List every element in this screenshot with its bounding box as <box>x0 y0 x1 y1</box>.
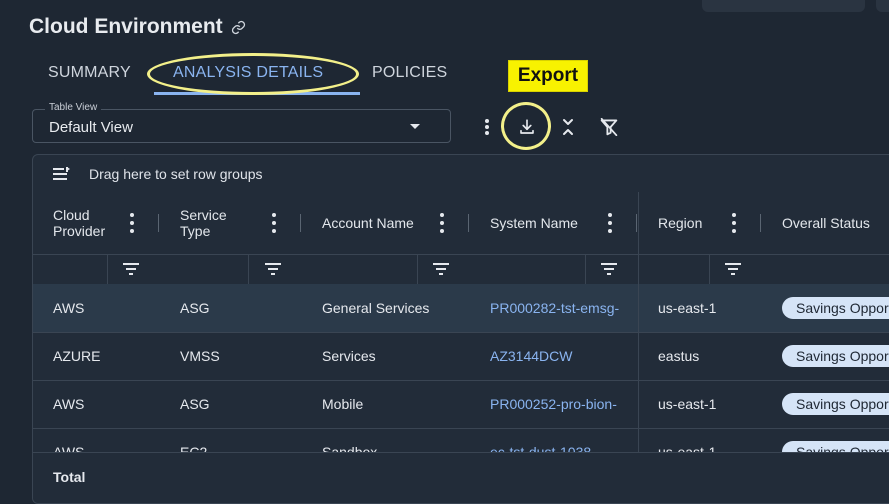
highlight-ellipse-tab <box>147 53 359 95</box>
row-group-bar: Drag here to set row groups <box>33 155 889 193</box>
column-menu-icon[interactable] <box>607 213 613 233</box>
cell-system-name-link[interactable]: PR000282-tst-emsg- <box>490 284 620 332</box>
table-row[interactable]: AWS ASG Mobile PR000252-pro-bion- us-eas… <box>33 380 889 429</box>
cell-service-type: VMSS <box>180 348 220 364</box>
col-header-cloud-provider[interactable]: Cloud Provider <box>53 192 123 254</box>
cell-system-name-link[interactable]: PR000252-pro-bion- <box>490 380 620 428</box>
link-icon[interactable] <box>231 20 246 35</box>
table-view-select[interactable]: Table View Default View <box>32 102 451 143</box>
filter-icon[interactable] <box>432 260 450 278</box>
cell-cloud-provider: AWS <box>53 300 85 316</box>
cell-region: eastus <box>658 348 700 364</box>
filter-icon[interactable] <box>724 260 742 278</box>
column-separator[interactable] <box>300 214 301 232</box>
export-callout: Export <box>508 60 588 92</box>
column-separator[interactable] <box>636 214 637 232</box>
filter-input-service-type[interactable] <box>180 254 249 284</box>
total-label: Total <box>53 469 86 485</box>
grid-header: Cloud Provider Service Type Account Name… <box>33 192 889 255</box>
filter-row <box>33 254 889 285</box>
top-toolbar-block-2 <box>876 0 889 12</box>
filter-icon[interactable] <box>264 260 282 278</box>
row-group-text: Drag here to set row groups <box>89 165 263 182</box>
filter-icon[interactable] <box>600 260 618 278</box>
cell-overall-status: Savings Oppor <box>782 380 889 428</box>
col-header-system-name[interactable]: System Name <box>490 192 578 254</box>
column-separator[interactable] <box>158 214 159 232</box>
cell-region: us-east-1 <box>658 300 717 316</box>
cell-overall-status: Savings Oppor <box>782 284 889 332</box>
more-vert-icon[interactable] <box>476 116 498 138</box>
cell-overall-status: Savings Oppor <box>782 332 889 380</box>
filter-input-cloud-provider[interactable] <box>53 254 108 284</box>
cell-account-name: Services <box>322 348 376 364</box>
table-view-value: Default View <box>49 119 133 136</box>
table-view-legend: Table View <box>45 102 102 113</box>
cell-cloud-provider: AWS <box>53 396 85 412</box>
table-row[interactable]: AZURE VMSS Services AZ3144DCW eastus Sav… <box>33 332 889 381</box>
cell-account-name: General Services <box>322 300 430 316</box>
row-group-icon <box>53 166 71 181</box>
chevron-down-icon <box>410 124 420 129</box>
column-menu-icon[interactable] <box>271 213 277 233</box>
cell-system-name-link[interactable]: AZ3144DCW <box>490 332 620 380</box>
cell-region: us-east-1 <box>658 396 717 412</box>
col-header-service-type[interactable]: Service Type <box>180 192 250 254</box>
page-title: Cloud Environment <box>29 15 223 38</box>
download-icon[interactable] <box>516 116 538 138</box>
col-header-region[interactable]: Region <box>658 192 702 254</box>
tab-summary[interactable]: SUMMARY <box>48 64 131 82</box>
status-badge: Savings Oppor <box>782 297 889 319</box>
column-menu-icon[interactable] <box>129 213 135 233</box>
filter-icon[interactable] <box>122 260 140 278</box>
cell-service-type: ASG <box>180 300 210 316</box>
cell-cloud-provider: AZURE <box>53 348 101 364</box>
filter-input-overall-status[interactable] <box>782 254 889 284</box>
top-toolbar-block <box>702 0 865 12</box>
tab-policies[interactable]: POLICIES <box>372 64 447 82</box>
col-header-overall-status[interactable]: Overall Status <box>782 192 870 254</box>
col-header-account-name[interactable]: Account Name <box>322 192 414 254</box>
column-menu-icon[interactable] <box>731 213 737 233</box>
filter-off-icon[interactable] <box>598 116 620 138</box>
filter-input-account-name[interactable] <box>322 254 418 284</box>
collapse-icon[interactable] <box>557 116 579 138</box>
data-grid: Drag here to set row groups Cloud Provid… <box>32 154 889 504</box>
total-row: Total <box>33 452 889 503</box>
filter-input-region[interactable] <box>658 254 710 284</box>
column-separator[interactable] <box>760 214 761 232</box>
page-title-wrap: Cloud Environment <box>29 15 246 39</box>
cell-service-type: ASG <box>180 396 210 412</box>
table-row[interactable]: AWS ASG General Services PR000282-tst-em… <box>33 284 889 333</box>
status-badge: Savings Oppor <box>782 345 889 367</box>
status-badge: Savings Oppor <box>782 393 889 415</box>
column-separator[interactable] <box>468 214 469 232</box>
cell-account-name: Mobile <box>322 396 364 412</box>
filter-input-system-name[interactable] <box>490 254 586 284</box>
column-menu-icon[interactable] <box>439 213 445 233</box>
